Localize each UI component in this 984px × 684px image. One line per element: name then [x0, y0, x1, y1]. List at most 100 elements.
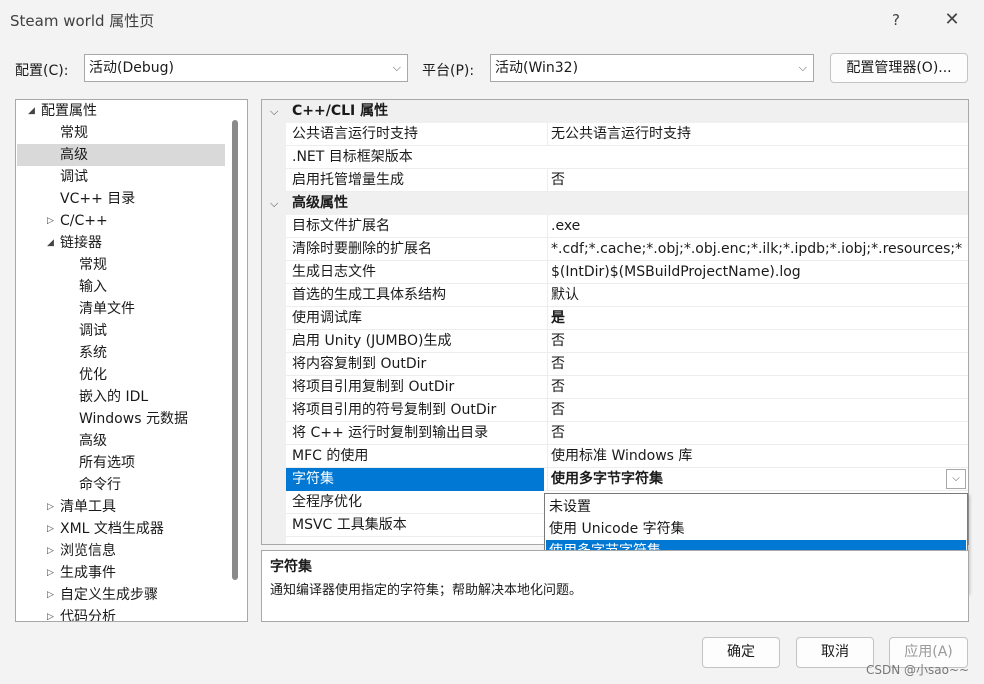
grid-section-header[interactable]: ⌵ C++/CLI 属性 [262, 100, 968, 123]
section-title: C++/CLI 属性 [292, 103, 389, 119]
collapsed-arrow-icon[interactable]: ▷ [47, 518, 54, 540]
property-row[interactable]: .NET 目标框架版本 [286, 146, 968, 169]
tree-item[interactable]: 优化 [79, 364, 107, 386]
property-value[interactable]: 是 [547, 307, 968, 330]
tree-item[interactable]: 嵌入的 IDL [79, 386, 148, 408]
tree-item[interactable]: 清单文件 [79, 298, 135, 320]
tree-item-label: 高级 [60, 147, 88, 163]
tree-scrollbar[interactable] [232, 120, 238, 580]
collapsed-arrow-icon[interactable]: ▷ [47, 606, 54, 621]
property-name: 将项目引用复制到 OutDir [292, 379, 455, 395]
property-value[interactable]: 默认 [547, 284, 968, 307]
property-value[interactable]: 否 [547, 376, 968, 399]
property-row[interactable]: 将内容复制到 OutDir 否 [286, 353, 968, 376]
tree-item[interactable]: 所有选项 [79, 452, 135, 474]
dropdown-chevron-icon[interactable]: ⌵ [946, 469, 966, 489]
tree-item-label: 浏览信息 [60, 543, 116, 559]
chevron-down-icon[interactable]: ⌵ [270, 192, 278, 215]
property-value[interactable]: 否 [547, 353, 968, 376]
tree-item-label: 嵌入的 IDL [79, 389, 149, 405]
collapsed-arrow-icon[interactable]: ▷ [47, 562, 54, 584]
collapsed-arrow-icon[interactable]: ▷ [47, 584, 54, 606]
property-row[interactable]: 首选的生成工具体系结构 默认 [286, 284, 968, 307]
tree-item[interactable]: 系统 [79, 342, 107, 364]
property-value[interactable]: 否 [547, 422, 968, 445]
tree-item[interactable]: 高级 [60, 144, 88, 166]
property-value[interactable]: 否 [547, 169, 968, 192]
property-row[interactable]: 将 C++ 运行时复制到输出目录 否 [286, 422, 968, 445]
tree-item[interactable]: ◢ 配置属性 [28, 100, 97, 122]
tree-item[interactable]: ▷ 浏览信息 [47, 540, 116, 562]
chevron-down-icon[interactable]: ⌵ [270, 100, 278, 123]
property-value[interactable]: *.cdf;*.cache;*.obj;*.obj.enc;*.ilk;*.ip… [547, 238, 968, 261]
collapsed-arrow-icon[interactable]: ▷ [47, 540, 54, 562]
property-value[interactable]: .exe [547, 215, 968, 238]
tree-item[interactable]: ▷ 代码分析 [47, 606, 116, 622]
section-title: 高级属性 [292, 195, 348, 211]
grid-section-header[interactable]: ⌵ 高级属性 [262, 192, 968, 215]
property-row[interactable]: 启用托管增量生成 否 [286, 169, 968, 192]
tree-item[interactable]: ▷ 生成事件 [47, 562, 116, 584]
expanded-arrow-icon[interactable]: ◢ [47, 232, 54, 254]
tree-item-label: 常规 [60, 125, 88, 141]
tree-item-label: 高级 [79, 433, 107, 449]
property-value[interactable]: 否 [547, 399, 968, 422]
tree-item[interactable]: VC++ 目录 [60, 188, 135, 210]
tree-item[interactable]: ▷ XML 文档生成器 [47, 518, 164, 540]
collapsed-arrow-icon[interactable]: ▷ [47, 496, 54, 518]
tree-item[interactable]: ▷ 自定义生成步骤 [47, 584, 158, 606]
property-grid[interactable]: ⌵ C++/CLI 属性公共语言运行时支持 无公共语言运行时支持 .NET 目标框架版… [261, 99, 969, 545]
cancel-button[interactable]: 取消 [796, 637, 874, 668]
property-value[interactable]: $(IntDir)$(MSBuildProjectName).log [547, 261, 968, 284]
config-label: 配置(C): [15, 63, 69, 79]
tree-item[interactable]: 常规 [60, 122, 88, 144]
tree-item[interactable]: ▷ 清单工具 [47, 496, 116, 518]
property-name: 生成日志文件 [292, 264, 376, 280]
property-name: 字符集 [286, 468, 544, 491]
chevron-down-icon: ⌵ [798, 61, 807, 74]
property-row[interactable]: 生成日志文件 $(IntDir)$(MSBuildProjectName).log [286, 261, 968, 284]
property-row[interactable]: 使用调试库 是 [286, 307, 968, 330]
property-name: 启用 Unity (JUMBO)生成 [292, 333, 452, 349]
grid-left-margin [262, 123, 286, 544]
property-row[interactable]: 将项目引用的符号复制到 OutDir 否 [286, 399, 968, 422]
property-row[interactable]: 清除时要删除的扩展名 *.cdf;*.cache;*.obj;*.obj.enc;… [286, 238, 968, 261]
config-select[interactable]: 活动(Debug) ⌵ [84, 54, 408, 82]
help-button[interactable]: ? [884, 8, 908, 32]
tree-item-label: 自定义生成步骤 [60, 587, 158, 603]
tree-item[interactable]: ◢ 链接器 [47, 232, 102, 254]
tree-item[interactable]: 常规 [79, 254, 107, 276]
dropdown-option[interactable]: 未设置 [546, 496, 966, 518]
watermark: CSDN @小sao~~ [866, 663, 970, 677]
property-value[interactable]: 无公共语言运行时支持 [547, 123, 968, 146]
property-row[interactable]: 公共语言运行时支持 无公共语言运行时支持 [286, 123, 968, 146]
property-row[interactable]: 将项目引用复制到 OutDir 否 [286, 376, 968, 399]
property-value[interactable]: 否 [547, 330, 968, 353]
property-name: .NET 目标框架版本 [292, 149, 413, 165]
expanded-arrow-icon[interactable]: ◢ [28, 100, 35, 122]
tree-item[interactable]: 调试 [79, 320, 107, 342]
tree-item[interactable]: 高级 [79, 430, 107, 452]
description-title: 字符集 [270, 559, 312, 575]
collapsed-arrow-icon[interactable]: ▷ [47, 210, 54, 232]
property-tree[interactable]: ◢ 配置属性 常规 高级 调试 VC++ 目录 ▷ C/C++ ◢ 链接器 常规 输入 清单文件 调试 系统… [15, 99, 248, 622]
close-button[interactable]: ✕ [936, 6, 968, 34]
property-value[interactable]: 使用多字节字符集 [547, 468, 968, 491]
tree-item-label: 代码分析 [60, 609, 116, 622]
tree-item[interactable]: 输入 [79, 276, 107, 298]
tree-item[interactable]: 命令行 [79, 474, 121, 496]
config-manager-button[interactable]: 配置管理器(O)... [830, 53, 968, 83]
property-row[interactable]: 启用 Unity (JUMBO)生成 否 [286, 330, 968, 353]
tree-item[interactable]: Windows 元数据 [79, 408, 188, 430]
property-value[interactable]: 使用标准 Windows 库 [547, 445, 968, 468]
dropdown-option[interactable]: 使用 Unicode 字符集 [546, 518, 966, 540]
property-row[interactable]: 字符集 使用多字节字符集 ⌵ [286, 468, 968, 491]
tree-item[interactable]: 调试 [60, 166, 88, 188]
property-row[interactable]: MFC 的使用 使用标准 Windows 库 [286, 445, 968, 468]
tree-item[interactable]: ▷ C/C++ [47, 210, 108, 232]
property-row[interactable]: 目标文件扩展名 .exe [286, 215, 968, 238]
tree-item-label: 系统 [79, 345, 107, 361]
ok-button[interactable]: 确定 [702, 637, 780, 668]
platform-select-value: 活动(Win32) [495, 60, 579, 76]
platform-select[interactable]: 活动(Win32) ⌵ [490, 54, 814, 82]
